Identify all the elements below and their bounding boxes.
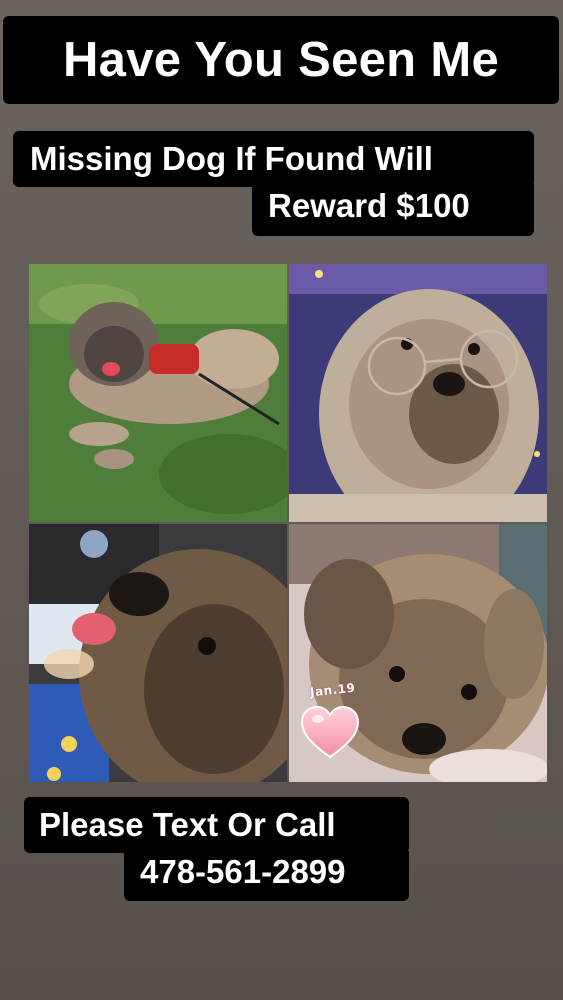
dog-photo-grass (29, 264, 287, 522)
headline: Have You Seen Me (3, 16, 559, 104)
heart-icon (300, 705, 360, 761)
missing-line-1: Missing Dog If Found Will (13, 131, 534, 187)
contact-line-1: Please Text Or Call (24, 797, 409, 853)
dog-photo-tongue (29, 524, 287, 782)
missing-line-2: Reward $100 (252, 180, 534, 236)
contact-phone: 478-561-2899 (124, 847, 409, 901)
dog-photo-glasses (289, 264, 547, 522)
